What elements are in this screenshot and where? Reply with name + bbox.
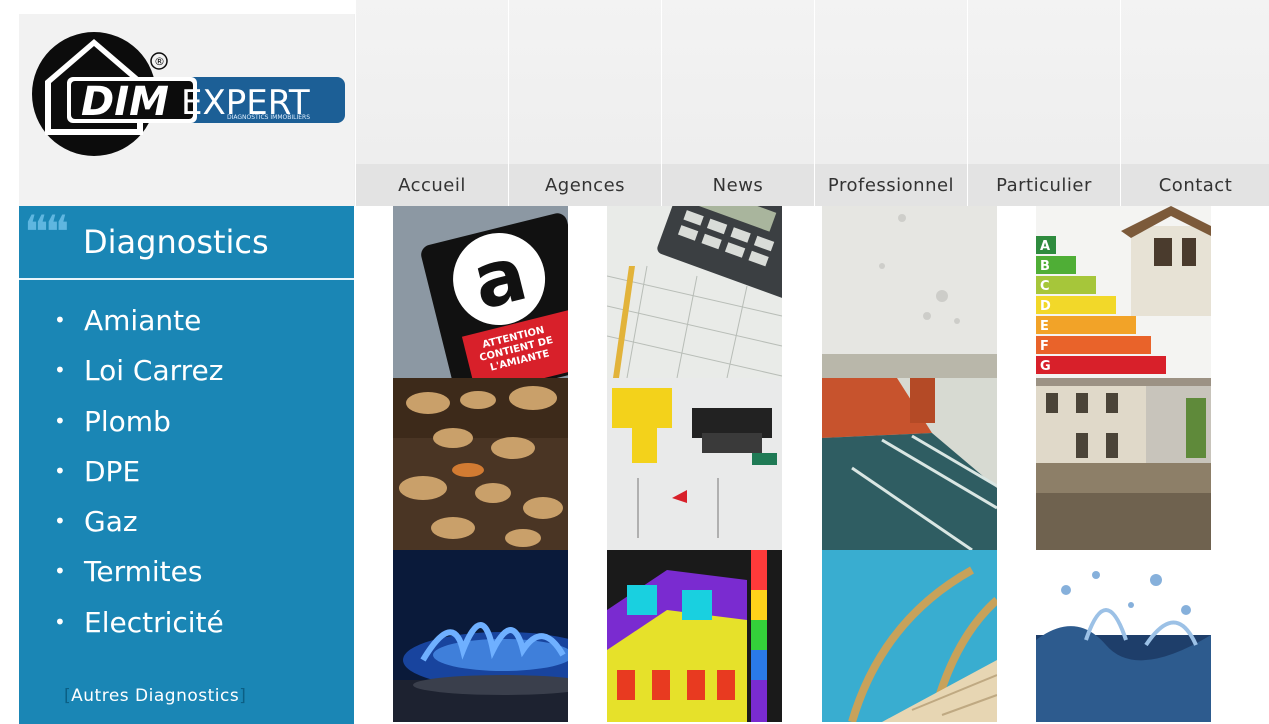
tile-loi-carrez[interactable] — [607, 206, 782, 378]
bullet-icon: • — [54, 609, 66, 634]
logo-brand-left: DIM — [81, 79, 169, 125]
energy-label-b: B — [1040, 259, 1050, 274]
tile-toiture[interactable] — [822, 378, 997, 550]
tile-gaz[interactable] — [393, 550, 568, 722]
sidebar-title: Diagnostics — [83, 223, 269, 261]
diagnostic-loi-carrez[interactable]: • Loi Carrez — [54, 350, 224, 400]
tile-dpe[interactable]: A B C D E F G — [1036, 206, 1211, 378]
tile-thermographie[interactable] — [607, 550, 782, 722]
energy-label-d: D — [1040, 299, 1051, 314]
diagnostic-dpe[interactable]: • DPE — [54, 451, 224, 501]
tile-plomb[interactable] — [822, 206, 997, 378]
bullet-icon: • — [54, 358, 66, 383]
nav-news[interactable]: News — [661, 164, 814, 206]
diagnostics-list: • Amiante • Loi Carrez • Plomb • DPE • Gaz • T… — [54, 300, 224, 652]
nav-particulier[interactable]: Particulier — [967, 164, 1120, 206]
energy-label-e: E — [1040, 319, 1049, 334]
logo-tagline: DIAGNOSTICS IMMOBILIERS — [227, 114, 310, 121]
nav-professionnel[interactable]: Professionnel — [814, 164, 967, 206]
tile-electricite[interactable] — [607, 378, 782, 550]
diagnostic-label: Amiante — [84, 304, 202, 337]
bullet-icon: • — [54, 458, 66, 483]
nav-agences[interactable]: Agences — [508, 164, 661, 206]
diagnostic-gaz[interactable]: • Gaz — [54, 501, 224, 551]
sidebar-divider — [19, 278, 354, 280]
tile-amiante[interactable]: a ATTENTION CONTIENT DE L'AMIANTE — [393, 206, 568, 378]
bullet-icon: • — [54, 408, 66, 433]
dimexpert-logo[interactable]: DIM EXPERT DIAGNOSTICS IMMOBILIERS ® — [31, 31, 346, 157]
bullet-icon: • — [54, 308, 66, 332]
diagnostic-label: Electricité — [84, 605, 224, 639]
diagnostic-label: Gaz — [84, 505, 138, 539]
energy-label-a: A — [1040, 239, 1050, 254]
energy-label-g: G — [1040, 359, 1051, 374]
diagnostic-termites[interactable]: • Termites — [54, 551, 224, 601]
energy-label-f: F — [1040, 339, 1049, 354]
diagnostic-label: DPE — [84, 454, 141, 488]
page: Accueil Agences News Professionnel Parti… — [0, 0, 1269, 724]
energy-label-c: C — [1040, 279, 1050, 294]
other-diagnostics-link[interactable]: [Autres Diagnostics] — [64, 686, 246, 706]
bullet-icon: • — [54, 509, 66, 534]
tile-termites[interactable] — [393, 378, 568, 550]
logo-registered-mark: ® — [154, 55, 165, 68]
diagnostic-amiante[interactable]: • Amiante — [54, 300, 224, 350]
diagnostic-electricite[interactable]: • Electricité — [54, 602, 224, 652]
diagnostic-label: Plomb — [84, 404, 171, 438]
tile-eau[interactable] — [1036, 550, 1211, 722]
diagnostic-plomb[interactable]: • Plomb — [54, 401, 224, 451]
tile-piscine[interactable] — [822, 550, 997, 722]
tile-inondation[interactable] — [1036, 378, 1211, 550]
nav-accueil[interactable]: Accueil — [355, 164, 508, 206]
other-diagnostics-label: Autres Diagnostics — [71, 686, 240, 706]
nav-contact[interactable]: Contact — [1120, 164, 1269, 206]
quote-marks-icon: ❝❝ — [24, 205, 69, 259]
bullet-icon: • — [54, 559, 66, 584]
diagnostic-label: Termites — [84, 555, 203, 589]
diagnostic-label: Loi Carrez — [84, 354, 224, 388]
